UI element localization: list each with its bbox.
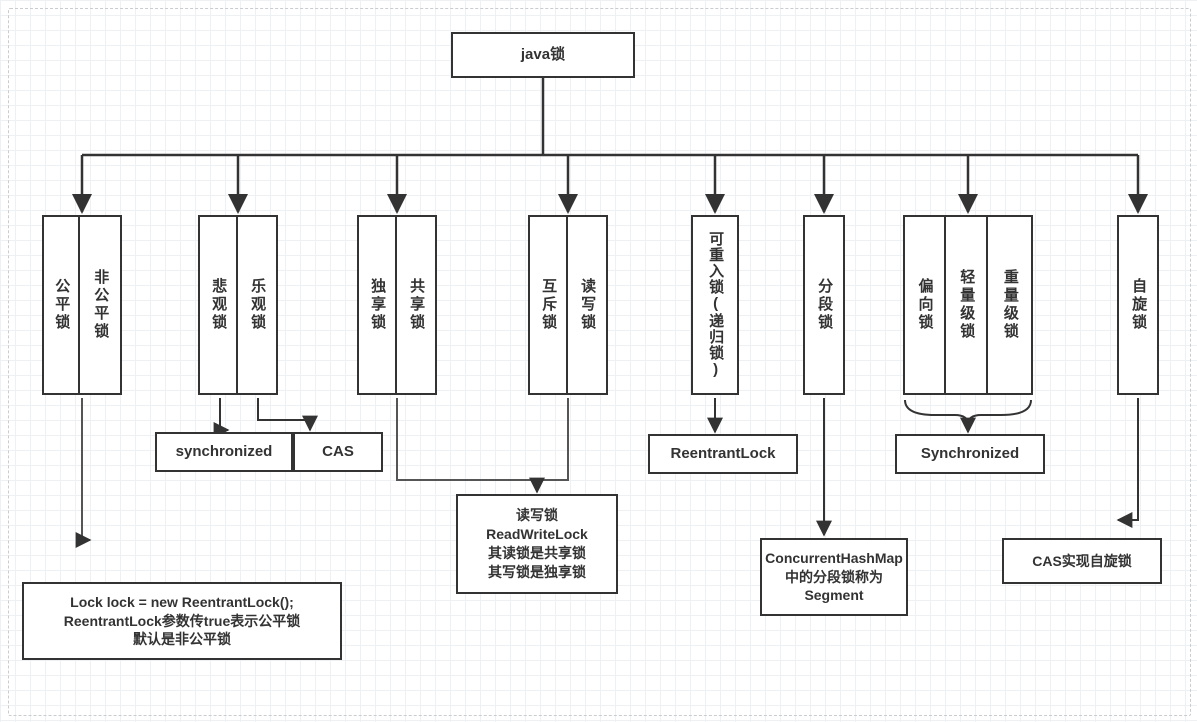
leaf-synchronized: synchronized: [155, 432, 293, 472]
cell-heavyweight: 重量级锁: [1000, 269, 1020, 341]
note-rwlock: 读写锁 ReadWriteLock 其读锁是共享锁 其写锁是独享锁: [456, 494, 618, 594]
leaf-cas: CAS: [293, 432, 383, 472]
group-share: 独享锁 共享锁: [357, 215, 437, 395]
group-bias: 偏向锁 轻量级锁 重量级锁: [903, 215, 1033, 395]
cell-mutex: 互斥锁: [538, 278, 558, 332]
cell-biased: 偏向锁: [914, 278, 934, 332]
cell-readwrite: 读写锁: [577, 278, 597, 332]
group-spin: 自旋锁: [1117, 215, 1159, 395]
group-reentrant: 可重入锁(递归锁): [691, 215, 739, 395]
cell-lightweight: 轻量级锁: [956, 269, 976, 341]
leaf-reentrantlock: ReentrantLock: [648, 434, 798, 474]
note-segment: ConcurrentHashMap中的分段锁称为Segment: [760, 538, 908, 616]
cell-exclusive: 独享锁: [367, 278, 387, 332]
cell-pessimistic: 悲观锁: [208, 278, 228, 332]
cell-segment: 分段锁: [814, 278, 834, 332]
cell-reentrant: 可重入锁(递归锁): [705, 231, 725, 379]
cell-spin: 自旋锁: [1128, 278, 1148, 332]
group-fair: 公平锁 非公平锁: [42, 215, 122, 395]
cell-optimistic: 乐观锁: [247, 278, 267, 332]
cell-shared: 共享锁: [406, 278, 426, 332]
group-segment: 分段锁: [803, 215, 845, 395]
root-node: java锁: [451, 32, 635, 78]
group-exclusive: 互斥锁 读写锁: [528, 215, 608, 395]
note-fair: Lock lock = new ReentrantLock(); Reentra…: [22, 582, 342, 660]
leaf-synchronized2: Synchronized: [895, 434, 1045, 474]
cell-unfair-lock: 非公平锁: [90, 269, 110, 341]
group-optimism: 悲观锁 乐观锁: [198, 215, 278, 395]
cell-fair-lock: 公平锁: [51, 278, 71, 332]
note-spin: CAS实现自旋锁: [1002, 538, 1162, 584]
